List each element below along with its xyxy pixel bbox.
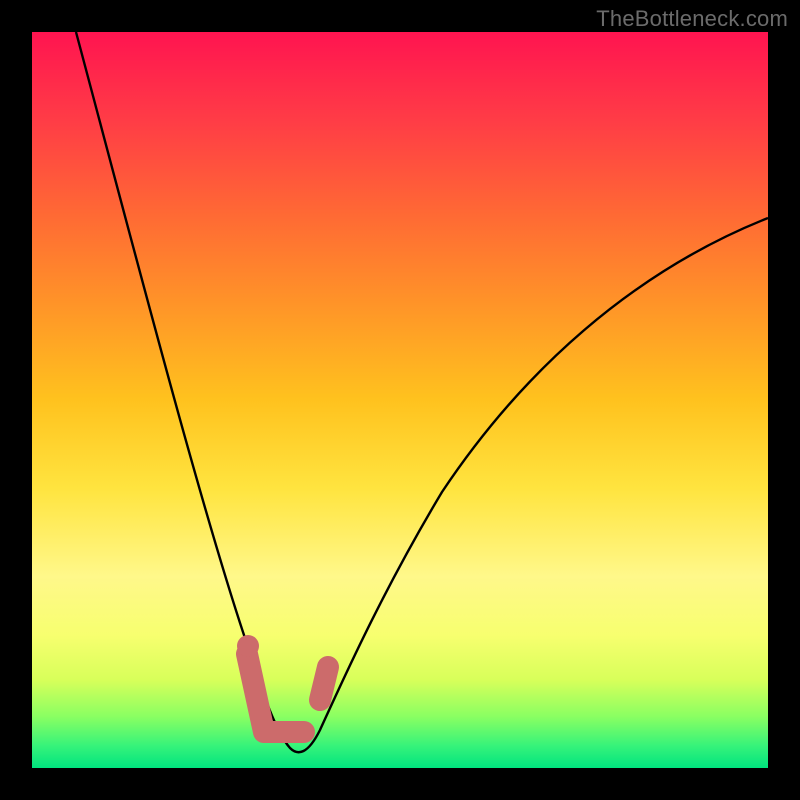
credit-watermark: TheBottleneck.com	[596, 6, 788, 32]
gradient-plot-area	[32, 32, 768, 768]
bottleneck-chart	[32, 32, 768, 768]
bottleneck-curve-line	[76, 32, 768, 752]
highlight-marker-right	[320, 667, 328, 700]
highlight-marker-dot	[237, 635, 259, 657]
highlight-marker	[247, 654, 304, 732]
